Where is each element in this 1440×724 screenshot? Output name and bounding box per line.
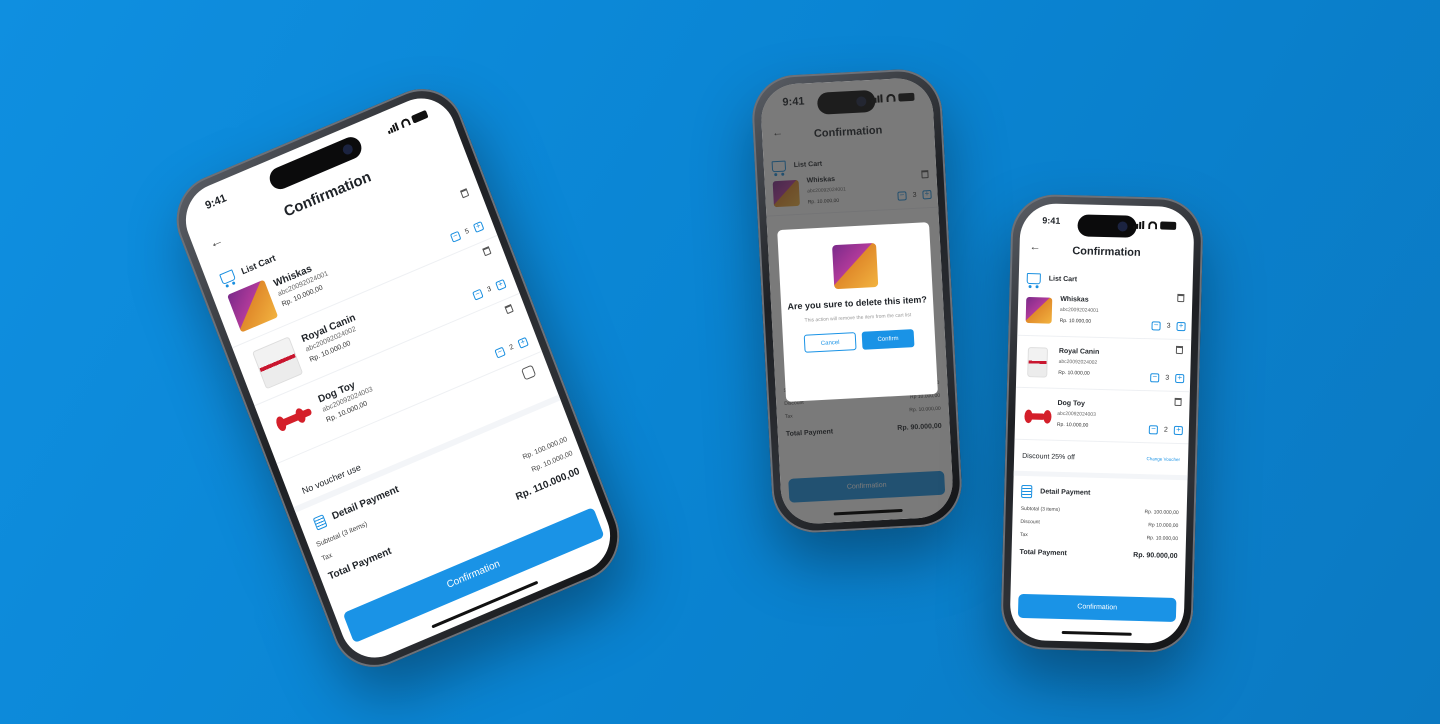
confirm-button[interactable]: Confirm: [861, 329, 915, 350]
plus-button[interactable]: +: [472, 221, 485, 233]
trash-icon[interactable]: [1177, 293, 1185, 303]
plus-button[interactable]: +: [1175, 373, 1185, 384]
trash-icon[interactable]: [1175, 345, 1184, 355]
item-qty: 2: [508, 343, 515, 352]
item-qty: 5: [464, 227, 471, 236]
home-indicator: [1061, 631, 1132, 636]
discount-value: Rp 10.000,00: [1148, 521, 1179, 529]
product-image: [1025, 296, 1053, 324]
battery-icon: [1160, 221, 1177, 230]
plus-button[interactable]: +: [1173, 425, 1183, 436]
subtotal-label: Subtotal (3 items): [1020, 505, 1061, 513]
payment-heading-label: Detail Payment: [1040, 488, 1091, 497]
arrow-left-icon[interactable]: ←: [1029, 241, 1040, 253]
cart-item: Royal Canin abc20092024002 Rp. 10.000,00 −…: [1015, 335, 1192, 393]
cart-heading-label: List Cart: [1048, 275, 1078, 284]
discount-label: Discount: [1020, 518, 1040, 525]
signal-icon: [386, 122, 400, 135]
phone-mockup-right: 9:41 ← Confirmation List Cart Whiskas abc…: [1000, 193, 1204, 654]
product-image: [1027, 346, 1048, 378]
phone-mockup-left: 9:41 ← Confirmation List Cart Whiskas abc…: [163, 75, 633, 681]
minus-button[interactable]: −: [1151, 320, 1161, 331]
phone-mockup-center: 9:41 ← Confirmation List Cart Whiskasabc…: [750, 67, 964, 535]
subtotal-value: Rp. 100.000,00: [1144, 508, 1179, 516]
item-qty: 3: [1166, 322, 1171, 330]
wifi-icon: [1148, 221, 1158, 230]
plus-button[interactable]: +: [495, 279, 507, 291]
tax-value: Rp. 10.000,00: [1146, 534, 1179, 542]
total-row: Total Payment Rp. 90.000,00: [1012, 549, 1186, 561]
tax-label: Tax: [320, 552, 334, 563]
cart-item: Whiskasabc20092024001Rp. 10.000,00 −3+: [1017, 283, 1193, 341]
minus-button[interactable]: −: [1150, 372, 1160, 383]
status-bar: 9:41: [1020, 215, 1194, 236]
product-image: [271, 395, 322, 448]
confirmation-button[interactable]: Confirmation: [1017, 593, 1177, 623]
status-time: 9:41: [203, 192, 229, 213]
minus-button[interactable]: −: [494, 346, 506, 359]
minus-button[interactable]: −: [449, 231, 462, 243]
screen: 9:41 ← Confirmation List Cart Whiskasabc…: [1009, 202, 1195, 645]
total-value: Rp. 90.000,00: [1133, 551, 1178, 561]
tax-label: Tax: [1019, 531, 1028, 538]
item-qty: 3: [1165, 374, 1170, 382]
voucher-row[interactable]: Discount 25% off Change Voucher: [1013, 439, 1189, 481]
product-image: [1024, 402, 1048, 426]
cancel-button[interactable]: Cancel: [803, 332, 857, 353]
change-voucher-link[interactable]: Change Voucher: [1146, 456, 1180, 462]
status-time: 9:41: [1042, 215, 1061, 226]
cart-item: Dog Toy abc20092024003 Rp. 10.000,00 −2 +: [1014, 387, 1190, 445]
plus-button[interactable]: +: [517, 337, 529, 349]
plus-button[interactable]: +: [1176, 321, 1186, 332]
wifi-icon: [399, 117, 412, 129]
delete-dialog: Are you sure to delete this item? This a…: [777, 222, 938, 402]
page-title: Confirmation: [1072, 245, 1141, 259]
product-image: [251, 335, 304, 389]
header: ← Confirmation: [1019, 239, 1194, 270]
screen: 9:41 ← Confirmation List Cart Whiskasabc…: [759, 76, 955, 526]
cart-icon: [1026, 272, 1041, 285]
signal-icon: [1133, 220, 1145, 230]
total-label: Total Payment: [1019, 548, 1068, 558]
product-image: [226, 279, 279, 333]
voucher-label: Discount 25% off: [1022, 452, 1075, 462]
trash-icon[interactable]: [1174, 397, 1182, 407]
item-qty: 3: [486, 285, 493, 294]
minus-button[interactable]: −: [1148, 424, 1159, 435]
minus-button[interactable]: −: [472, 289, 484, 301]
item-qty: 2: [1163, 426, 1168, 434]
battery-icon: [410, 109, 429, 124]
dialog-question: Are you sure to delete this item?: [787, 294, 928, 312]
screen: 9:41 ← Confirmation List Cart Whiskasabc…: [175, 87, 621, 669]
voucher-icon[interactable]: [520, 364, 537, 381]
product-image: [832, 242, 879, 290]
dialog-subtext: This action will remove the item from th…: [804, 312, 912, 324]
document-icon: [1021, 484, 1033, 499]
